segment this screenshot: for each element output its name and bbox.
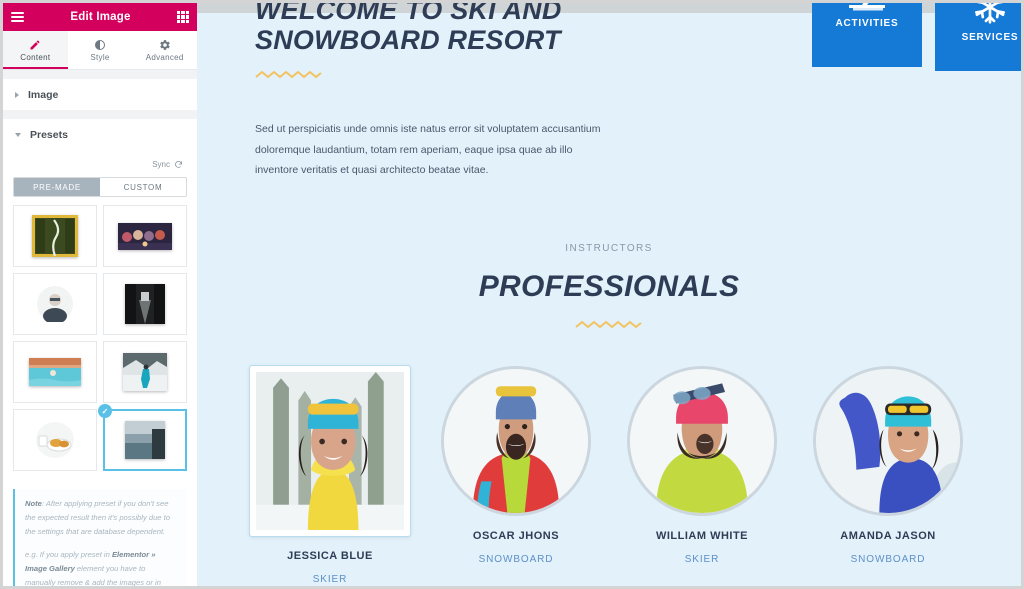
section-title: PROFESSIONALS	[478, 269, 740, 303]
card-activities-label: ACTIVITIES	[835, 18, 899, 29]
sync-control[interactable]: Sync	[13, 150, 187, 177]
team-member-card[interactable]: AMANDA JASON SNOWBOARD	[808, 365, 968, 585]
note-line-1: : After applying preset if you don't see…	[25, 499, 170, 537]
photo-william-white	[630, 368, 774, 513]
team-member-name: JESSICA BLUE	[287, 549, 373, 562]
tab-advanced[interactable]: Advanced	[132, 31, 197, 69]
team-member-name: AMANDA JASON	[840, 529, 936, 542]
team-photo-jessica[interactable]	[249, 364, 411, 537]
bw-road-thumbnail	[125, 284, 165, 324]
panel-tabs: Content Style Advanced	[3, 31, 197, 70]
team-member-card[interactable]: WILLIAM WHITE SKIER	[622, 365, 782, 585]
tab-style-label: Style	[90, 52, 110, 62]
photo-jessica-blue	[256, 371, 404, 530]
preset-thumb-1[interactable]	[13, 205, 97, 267]
hamburger-icon[interactable]	[11, 12, 24, 22]
tab-content-label: Content	[20, 52, 51, 62]
team-grid: JESSICA BLUE SKIER OSCAR JHONS SNOWBOARD…	[197, 364, 1021, 585]
grid-icon[interactable]	[177, 11, 189, 23]
team-photo-wrap	[436, 365, 596, 516]
snow-hiker-thumbnail	[123, 353, 167, 391]
team-member-role: SKIER	[684, 553, 720, 565]
preset-note: Note: After applying preset if you don't…	[13, 489, 187, 586]
section-image-label: Image	[28, 88, 59, 101]
preset-thumb-4[interactable]	[103, 273, 187, 335]
team-photo-wrap	[808, 365, 968, 516]
hero-body-text: Sed ut perspiciatis unde omnis iste natu…	[255, 123, 601, 177]
tab-content[interactable]: Content	[3, 31, 68, 69]
zigzag-divider-icon	[575, 320, 642, 329]
refresh-icon	[175, 160, 182, 168]
note-lead: Note	[25, 499, 42, 508]
panel-divider-2	[3, 110, 197, 119]
team-photo-oscar[interactable]	[441, 365, 591, 516]
note-p2a: e.g. If you apply preset in	[25, 550, 112, 560]
panel-header: Edit Image	[3, 3, 197, 31]
photo-amanda-jason	[816, 368, 960, 513]
preset-thumb-8[interactable]: ✓	[98, 404, 187, 471]
team-photo-amanda[interactable]	[813, 365, 963, 516]
section-zigzag	[197, 319, 1021, 330]
preset-grid: ✓	[13, 205, 187, 471]
preset-thumb-5[interactable]	[13, 341, 97, 403]
section-presets[interactable]: Presets	[3, 119, 197, 150]
note-paragraph-2: e.g. If you apply preset in Elementor » …	[25, 548, 177, 586]
team-photo-wrap	[622, 365, 782, 516]
forest-road-thumbnail	[32, 215, 78, 257]
circle-portrait-thumbnail	[37, 286, 73, 322]
team-member-role: SKIER	[312, 573, 348, 585]
card-activities[interactable]: ACTIVITIES	[812, 3, 922, 67]
section-eyebrow: INSTRUCTORS	[565, 242, 653, 254]
team-member-name: WILLIAM WHITE	[655, 529, 749, 542]
section-presets-label: Presets	[30, 128, 68, 141]
circle-food-thumbnail	[36, 422, 74, 458]
team-member-card[interactable]: OSCAR JHONS SNOWBOARD	[436, 365, 596, 585]
pool-thumbnail	[29, 358, 81, 386]
elementor-panel: Edit Image Content Style Advanced Image	[3, 3, 197, 586]
panel-title: Edit Image	[70, 11, 131, 23]
card-services[interactable]: SERVICES	[935, 3, 1021, 71]
note-paragraph-1: Note: After applying preset if you don't…	[25, 497, 177, 539]
preset-thumb-2[interactable]	[103, 205, 187, 267]
tab-advanced-label: Advanced	[145, 52, 184, 62]
presets-body: Sync PRE-MADE CUSTOM ✓	[3, 150, 197, 479]
sync-label: Sync	[152, 160, 170, 169]
photo-oscar-jhons	[444, 368, 588, 513]
snowflake-icon	[974, 3, 1006, 24]
preset-thumb-6[interactable]	[103, 341, 187, 403]
check-icon: ✓	[98, 404, 112, 418]
panel-divider-1	[3, 70, 197, 79]
card-services-label: SERVICES	[961, 32, 1019, 43]
chevron-down-icon	[15, 132, 21, 137]
preset-source-toggle: PRE-MADE CUSTOM	[13, 177, 187, 197]
fjord-thumbnail	[125, 421, 165, 459]
preview-canvas: WELCOME TO SKI AND SNOWBOARD RESORT Sed …	[197, 3, 1021, 586]
preset-thumb-7[interactable]	[13, 409, 97, 471]
team-member-role: SNOWBOARD	[478, 553, 554, 565]
zigzag-divider-icon	[255, 71, 322, 79]
team-member-role: SNOWBOARD	[850, 553, 926, 565]
elementor-editor-window: Edit Image Content Style Advanced Image	[3, 3, 1021, 586]
section-image[interactable]: Image	[3, 79, 197, 110]
team-member-card[interactable]: JESSICA BLUE SKIER	[249, 364, 411, 585]
team-photo-william[interactable]	[627, 365, 777, 516]
tab-style[interactable]: Style	[67, 31, 133, 69]
chevron-right-icon	[15, 91, 19, 98]
team-photo-wrap	[249, 364, 411, 537]
party-night-thumbnail	[118, 222, 172, 250]
segment-custom[interactable]: CUSTOM	[100, 178, 186, 196]
skier-icon	[849, 3, 885, 11]
segment-pre-made[interactable]: PRE-MADE	[14, 178, 100, 196]
team-member-name: OSCAR JHONS	[472, 529, 560, 542]
feature-cards: ACTIVITIES SERVICES	[797, 3, 1021, 163]
preset-thumb-3[interactable]	[13, 273, 97, 335]
